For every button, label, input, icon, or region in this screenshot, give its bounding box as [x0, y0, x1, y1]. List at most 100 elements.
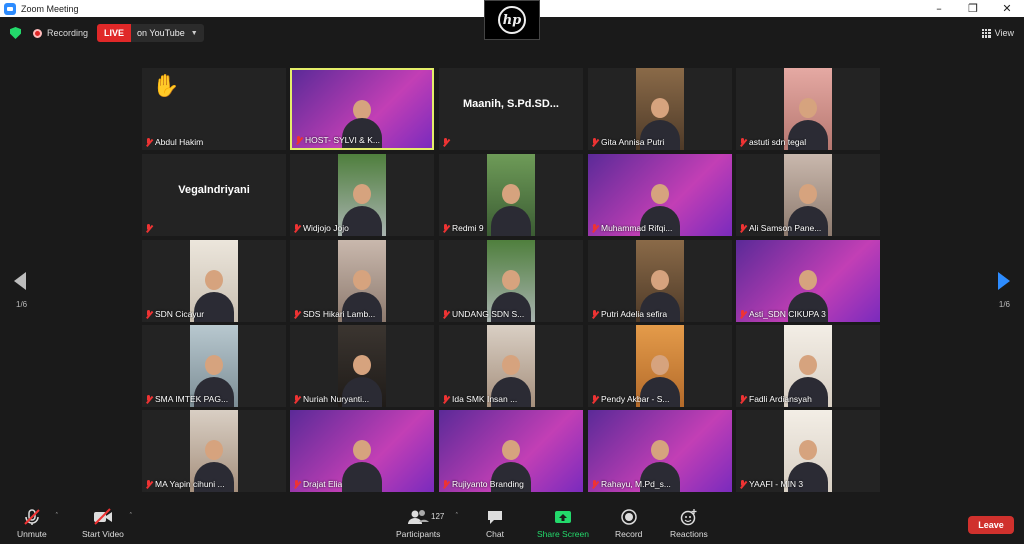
participant-tile[interactable]: Gita Annisa Putri [588, 68, 732, 150]
participant-tile[interactable]: Ali Samson Pane... [736, 154, 880, 236]
participant-name-label: Nuriah Nuryanti... [293, 393, 369, 405]
muted-mic-icon [442, 137, 449, 147]
participant-name-label: Widjojo Jojo [293, 222, 349, 234]
encryption-shield-icon[interactable] [10, 27, 21, 39]
participant-name-label: YAAFI - MIN 3 [739, 478, 803, 490]
participant-tile[interactable]: Nuriah Nuryanti... [290, 325, 434, 407]
record-label: Record [615, 529, 643, 539]
person-head [651, 355, 669, 375]
person-head [799, 184, 817, 204]
participant-name-label [442, 136, 452, 148]
person-head [353, 184, 371, 204]
participant-tile[interactable]: HOST- SYLVI & K... [290, 68, 434, 150]
participant-name-label: Putri Adelia sefira [591, 308, 667, 320]
person-head [502, 440, 520, 460]
video-off-icon [92, 508, 114, 526]
muted-mic-icon [442, 223, 449, 233]
participant-tile[interactable]: Fadli Ardiansyah [736, 325, 880, 407]
reactions-label: Reactions [670, 529, 708, 539]
participant-tile[interactable]: SDS Hikari Lamb... [290, 240, 434, 322]
participant-tile[interactable]: astuti sdn tegal [736, 68, 880, 150]
participant-tile[interactable]: Rahayu, M.Pd_s... [588, 410, 732, 492]
leave-button[interactable]: Leave [968, 516, 1014, 534]
chat-label: Chat [486, 529, 504, 539]
person-head [502, 184, 520, 204]
chat-button[interactable]: Chat [486, 508, 504, 539]
participant-name-label: SMA IMTEK PAG... [145, 393, 228, 405]
person-head [799, 355, 817, 375]
video-options-chevron-icon[interactable]: ˆ [129, 512, 133, 520]
participant-tile[interactable]: Rujiyanto Branding [439, 410, 583, 492]
participant-name: Nuriah Nuryanti... [303, 394, 370, 404]
participant-tile[interactable]: Maanih, S.Pd.SD... [439, 68, 583, 150]
participant-tile[interactable]: Muhammad Rifqi... [588, 154, 732, 236]
muted-mic-icon [591, 137, 598, 147]
muted-mic-icon [739, 479, 746, 489]
participant-tile[interactable]: Asti_SDN CIKUPA 3 [736, 240, 880, 322]
participant-name: Asti_SDN CIKUPA 3 [749, 309, 826, 319]
participant-tile[interactable]: MA Yapin cihuni ... [142, 410, 286, 492]
live-stream-dropdown[interactable]: LIVE on YouTube ▼ [97, 24, 204, 42]
participant-name: Rahayu, M.Pd_s... [601, 479, 671, 489]
unmute-label: Unmute [17, 529, 47, 539]
close-icon[interactable]: ✕ [990, 0, 1024, 17]
record-button[interactable]: Record [615, 508, 642, 539]
audio-options-chevron-icon[interactable]: ˆ [55, 512, 59, 520]
participant-name-label: Redmi 9 [442, 222, 484, 234]
minimize-icon[interactable]: – [922, 0, 956, 17]
person-body [491, 206, 531, 236]
muted-mic-icon [293, 309, 300, 319]
previous-page-arrow-icon[interactable] [14, 272, 26, 290]
muted-mic-icon [145, 223, 152, 233]
record-icon [620, 508, 638, 526]
person-head [651, 98, 669, 118]
participant-tile[interactable]: Pendy Akbar - S... [588, 325, 732, 407]
participant-name-label: SDN Cicayur [145, 308, 204, 320]
participants-icon [407, 508, 430, 526]
participant-name-label: Rujiyanto Branding [442, 478, 524, 490]
person-head [502, 270, 520, 290]
unmute-button[interactable]: Unmute [17, 508, 47, 539]
muted-mic-icon [739, 137, 746, 147]
participant-tile[interactable]: SDN Cicayur [142, 240, 286, 322]
participant-name-label: Ali Samson Pane... [739, 222, 821, 234]
meeting-topbar: Recording LIVE on YouTube ▼ View [0, 22, 1024, 44]
participant-name: Putri Adelia sefira [601, 309, 668, 319]
restore-icon[interactable]: ❐ [956, 0, 990, 17]
participant-tile[interactable]: Putri Adelia sefira [588, 240, 732, 322]
participant-name-label: Abdul Hakim [145, 136, 203, 148]
participant-name-label: Asti_SDN CIKUPA 3 [739, 308, 826, 320]
person-head [799, 440, 817, 460]
participant-name-label: Pendy Akbar - S... [591, 393, 670, 405]
participant-tile[interactable]: Widjojo Jojo [290, 154, 434, 236]
participant-tile[interactable]: VegaIndriyani [142, 154, 286, 236]
participant-name: SMA IMTEK PAG... [155, 394, 229, 404]
muted-mic-icon [295, 135, 302, 145]
start-video-button[interactable]: Start Video [82, 508, 124, 539]
participant-tile[interactable]: Ida SMK Insan ... [439, 325, 583, 407]
participant-tile[interactable]: Drajat Elia [290, 410, 434, 492]
recording-label: Recording [47, 28, 89, 38]
muted-mic-icon [23, 508, 41, 526]
muted-mic-icon [442, 394, 449, 404]
participants-options-chevron-icon[interactable]: ˆ [455, 512, 459, 520]
muted-mic-icon [739, 394, 746, 404]
participant-name: Gita Annisa Putri [601, 137, 665, 147]
participant-tile[interactable]: YAAFI - MIN 3 [736, 410, 880, 492]
muted-mic-icon [591, 479, 598, 489]
person-head [205, 440, 223, 460]
participant-tile[interactable]: Redmi 9 [439, 154, 583, 236]
reactions-smiley-icon [680, 508, 698, 526]
share-screen-button[interactable]: Share Screen [537, 508, 589, 539]
participant-tile[interactable]: UNDANG SDN S... [439, 240, 583, 322]
person-head [353, 100, 371, 120]
view-button[interactable]: View [981, 25, 1014, 41]
reactions-button[interactable]: Reactions [670, 508, 708, 539]
participant-tile[interactable]: SMA IMTEK PAG... [142, 325, 286, 407]
participant-tile[interactable]: ✋ Abdul Hakim [142, 68, 286, 150]
next-page-arrow-icon[interactable] [998, 272, 1010, 290]
muted-mic-icon [442, 479, 449, 489]
person-head [205, 270, 223, 290]
start-video-label: Start Video [82, 529, 124, 539]
participant-name-label: Fadli Ardiansyah [739, 393, 812, 405]
